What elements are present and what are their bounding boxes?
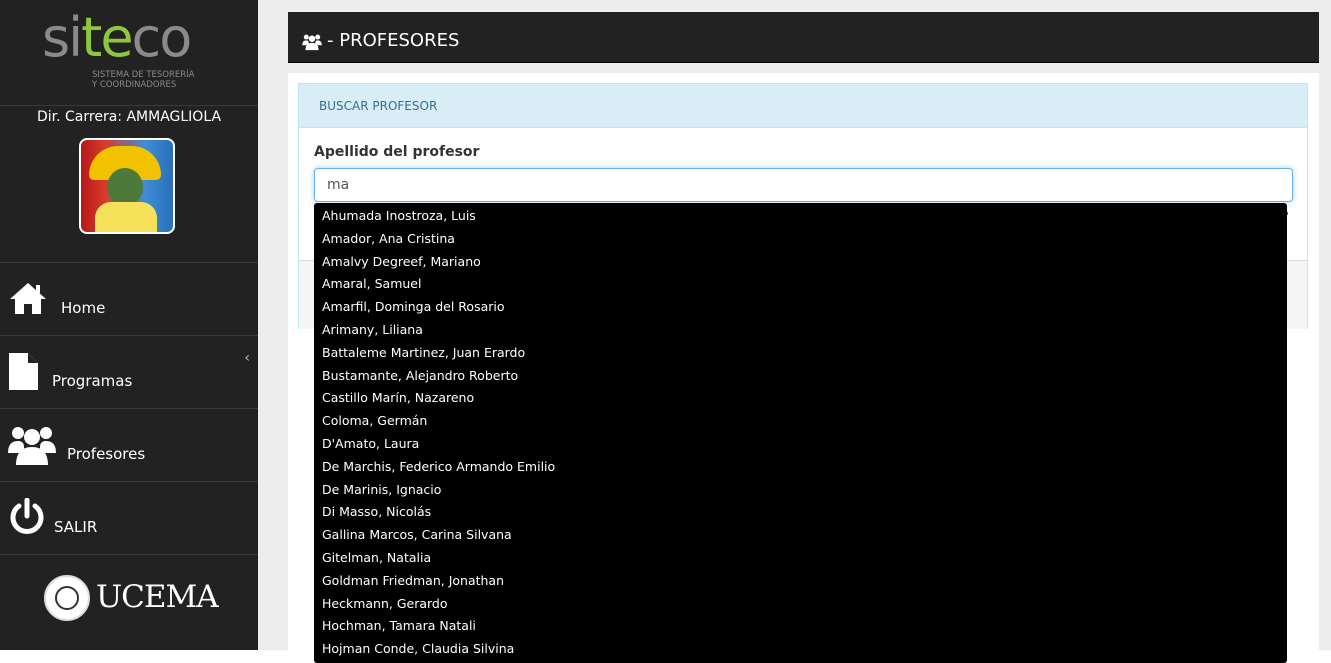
users-icon	[8, 423, 56, 471]
autocomplete-option[interactable]: Bustamante, Alejandro Roberto	[314, 365, 1287, 388]
file-icon	[9, 353, 39, 395]
autocomplete-option[interactable]: De Marinis, Ignacio	[314, 479, 1287, 502]
ucema-seal-icon	[44, 575, 90, 621]
autocomplete-option[interactable]: De Marchis, Federico Armando Emilio	[314, 456, 1287, 479]
sidebar-item-profesores[interactable]: Profesores	[0, 408, 258, 481]
autocomplete-dropdown: Ahumada Inostroza, Luis Amador, Ana Crist…	[314, 203, 1287, 663]
autocomplete-option[interactable]: Battaleme Martinez, Juan Erardo	[314, 342, 1287, 365]
autocomplete-option[interactable]: Goldman Friedman, Jonathan	[314, 570, 1287, 593]
logo-text-part1: si	[42, 6, 83, 69]
ucema-logo-text: UCEMA	[96, 579, 219, 615]
autocomplete-option[interactable]: Di Masso, Nicolás	[314, 501, 1287, 524]
ucema-logo: UCEMA	[0, 554, 258, 651]
chevron-left-icon[interactable]: ‹	[244, 350, 250, 366]
autocomplete-option[interactable]: Amaral, Samuel	[314, 273, 1287, 296]
siteco-logo: siteco SISTEMA DE TESORERÍA Y COORDINADO…	[0, 0, 258, 104]
autocomplete-option[interactable]: D'Amato, Laura	[314, 433, 1287, 456]
logo-text-part3: co	[131, 6, 193, 69]
user-role: Dir. Carrera: AMMAGLIOLA	[0, 105, 258, 128]
sidebar-item-salir[interactable]: SALIR	[0, 481, 258, 554]
page-title: - PROFESORES	[327, 30, 460, 51]
autocomplete-list: Ahumada Inostroza, Luis Amador, Ana Crist…	[314, 203, 1287, 661]
sidebar-item-programas-label: Programas	[52, 372, 133, 390]
autocomplete-option[interactable]: Hochman, Tamara Natali	[314, 615, 1287, 638]
panel-heading: BUSCAR PROFESOR	[299, 84, 1307, 128]
page-header: - PROFESORES	[288, 12, 1319, 63]
panel-heading-text: BUSCAR PROFESOR	[319, 99, 438, 113]
field-label: Apellido del profesor	[314, 144, 480, 160]
professor-search-input[interactable]	[314, 168, 1293, 202]
autocomplete-option[interactable]: Amalvy Degreef, Mariano	[314, 251, 1287, 274]
sidebar-item-salir-label: SALIR	[54, 518, 98, 536]
power-icon	[8, 497, 46, 540]
autocomplete-option[interactable]: Heckmann, Gerardo	[314, 593, 1287, 616]
sidebar: siteco SISTEMA DE TESORERÍA Y COORDINADO…	[0, 0, 258, 650]
sidebar-item-home-label: Home	[61, 299, 106, 317]
sidebar-item-home[interactable]: Home	[0, 262, 258, 335]
autocomplete-option[interactable]: Castillo Marín, Nazareno	[314, 387, 1287, 410]
autocomplete-option[interactable]: Coloma, Germán	[314, 410, 1287, 433]
autocomplete-option[interactable]: Arimany, Liliana	[314, 319, 1287, 342]
autocomplete-option[interactable]: Ahumada Inostroza, Luis	[314, 205, 1287, 228]
autocomplete-option[interactable]: Amador, Ana Cristina	[314, 228, 1287, 251]
home-icon	[9, 281, 47, 319]
users-icon	[302, 33, 322, 55]
autocomplete-option[interactable]: Amarfil, Dominga del Rosario	[314, 296, 1287, 319]
sidebar-item-profesores-label: Profesores	[67, 445, 146, 463]
sidebar-item-programas[interactable]: Programas ‹	[0, 335, 258, 408]
avatar	[79, 138, 175, 234]
logo-subtitle: SISTEMA DE TESORERÍA Y COORDINADORES	[92, 70, 195, 90]
autocomplete-option[interactable]: Gitelman, Natalia	[314, 547, 1287, 570]
autocomplete-option[interactable]: Gallina Marcos, Carina Silvana	[314, 524, 1287, 547]
logo-text-part2: te	[81, 6, 133, 69]
